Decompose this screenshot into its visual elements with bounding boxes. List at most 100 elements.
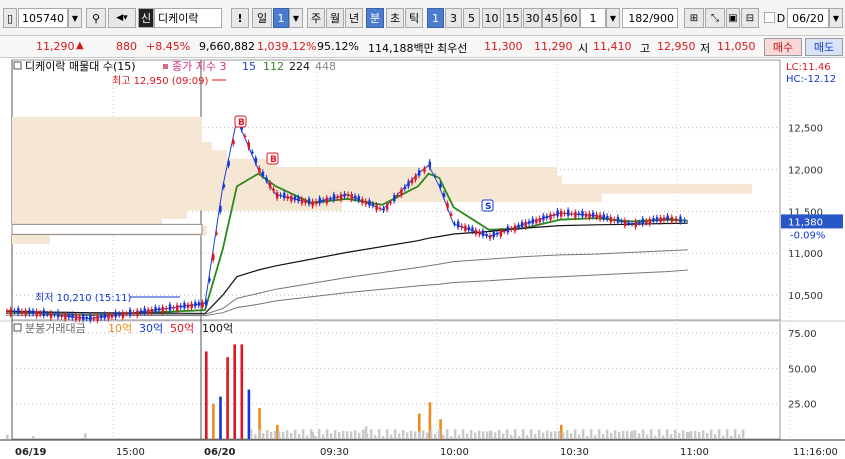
stock-chart[interactable]: 10,500 11,000 11,500 12,000 12,500 25.00 50.00… [0,58,845,459]
candle-body [286,196,290,199]
volume-bar [570,433,573,439]
volume-bar [240,344,244,439]
volume-bar [522,429,525,439]
candle-body [602,214,605,219]
minute-button-3[interactable]: 3 [445,8,462,28]
volume-bar [310,429,313,439]
candle-body [254,157,258,164]
stock-name-field[interactable]: 디케이락 [154,8,222,28]
save-icon[interactable]: ▣ [726,8,740,28]
buy-signal-label-2: B [270,155,277,165]
candle-body [588,213,591,218]
candle-body [343,193,346,197]
candle-body [244,135,247,137]
volume-bar [254,434,257,439]
volume-bar [678,432,681,439]
high-label: 고 [640,42,651,55]
period-select[interactable]: 일 [252,8,272,28]
unit-input[interactable]: 1 [580,8,606,28]
best-quote-label: 최우선 [437,42,468,55]
chart-canvas[interactable]: 10,50011,00011,50012,00012,50025.0050.00… [0,58,845,459]
volume-bar [742,429,745,439]
candle-body [276,192,279,199]
candle-body [347,193,350,196]
current-price-label: 11,380 [788,217,823,228]
period-tab-3[interactable]: 분 [366,8,384,28]
candle-body [464,225,467,232]
volume-bar [494,432,497,439]
volume-bar [622,431,625,439]
count-display[interactable]: 182/900 [622,8,678,28]
volume-bar [526,435,529,439]
volume-bar [630,432,633,439]
volume-bar [722,435,725,439]
period-tab-2[interactable]: 년 [345,8,363,28]
layout-icon[interactable]: ▯ [3,8,17,28]
search-icon[interactable]: ⚲ [86,8,106,28]
volume-level-2: 50억 [170,322,194,335]
candle-body [139,310,143,313]
candle-body [251,151,254,154]
sell-signal-label: S [485,202,491,212]
period-tab-5[interactable]: 틱 [405,8,423,28]
candle-body [157,307,161,311]
volume-bar [374,435,377,439]
volume-bar [302,429,305,439]
price-tick-label: 12,500 [788,124,823,135]
buy-button[interactable]: 매수 [764,38,802,56]
unit-dropdown-icon[interactable]: ▼ [606,8,620,28]
candle-body [205,300,208,306]
volume-bar [342,430,345,439]
high-price: 12,950 [657,40,696,53]
candle-body [378,207,382,209]
alert-button[interactable]: ! [231,8,249,28]
minute-button-45[interactable]: 45 [542,8,561,28]
settings-icon[interactable]: ⊟ [741,8,759,28]
candle-body [474,229,478,235]
period-tab-1[interactable]: 월 [326,8,344,28]
volume-bar [538,429,541,439]
period-value[interactable]: 1 [273,8,289,28]
volume-bar [726,429,729,439]
minute-button-30[interactable]: 30 [523,8,542,28]
high-annotation: 최고 12,950 (09:09) [112,75,208,87]
date-input[interactable]: 06/20 [787,8,829,28]
period-tab-4[interactable]: 초 [386,8,404,28]
candle-body [28,309,31,314]
minute-button-15[interactable]: 15 [503,8,522,28]
volume-bar [662,435,665,439]
code-dropdown-icon[interactable]: ▼ [68,8,82,28]
date-checkbox[interactable] [764,12,775,23]
minute-button-10[interactable]: 10 [482,8,501,28]
minute-button-5[interactable]: 5 [463,8,480,28]
candle-body [300,198,304,204]
indicator-icon[interactable]: ⊞ [684,8,704,28]
candle-body [361,199,364,204]
period-tab-0[interactable]: 주 [307,8,325,28]
candle-body [538,218,542,223]
date-dropdown-icon[interactable]: ▼ [829,8,843,28]
volume-bar [454,429,457,439]
speaker-icon[interactable]: ◀▾ [108,8,136,28]
volume-bar [694,430,697,439]
volume-bar [638,433,641,439]
minute-button-60[interactable]: 60 [561,8,580,28]
candle-body [107,314,110,320]
drawing-icon[interactable]: ⤡ [705,8,725,28]
volume-bar [446,429,449,439]
stock-code-input[interactable]: 105740 [18,8,68,28]
volume-bar [566,429,569,439]
sell-button[interactable]: 매도 [805,38,843,56]
candle-body [297,197,300,202]
candle-body [496,232,499,235]
volume-bar [682,430,685,439]
x-tick-label: 09:30 [320,447,349,458]
volume-bar [219,396,222,439]
candle-body [190,303,193,309]
volume-bar [546,430,549,439]
candle-body [293,196,297,201]
period-dropdown-icon[interactable]: ▼ [289,8,303,28]
volume-bar [402,429,405,439]
minute-button-1[interactable]: 1 [427,8,444,28]
candle-body [85,317,89,319]
